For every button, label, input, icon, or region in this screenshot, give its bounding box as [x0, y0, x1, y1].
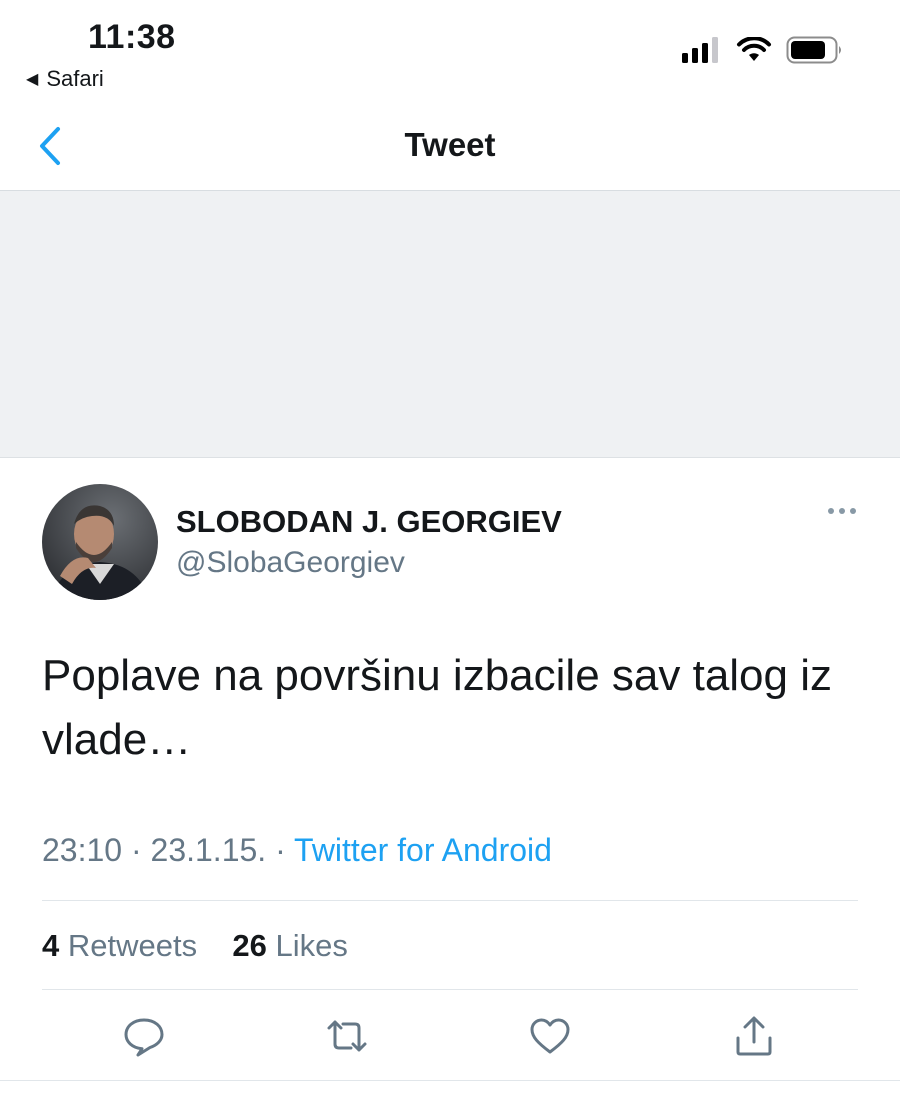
tweet-meta: 23:10 · 23.1.15. · Twitter for Android — [42, 832, 552, 869]
avatar-image — [42, 484, 158, 600]
tweet-source-link[interactable]: Twitter for Android — [294, 832, 552, 868]
page-title: Tweet — [404, 126, 496, 163]
more-dot — [828, 508, 834, 514]
author-name[interactable]: SLOBODAN J. GEORGIEV — [176, 504, 562, 540]
retweets-label: Retweets — [67, 928, 198, 963]
bottom-divider — [0, 1080, 900, 1081]
empty-content-area — [0, 191, 900, 458]
reply-icon[interactable] — [122, 1014, 166, 1058]
meta-separator: · — [275, 832, 286, 868]
signal-icon — [682, 37, 718, 63]
retweet-icon[interactable] — [325, 1014, 369, 1058]
more-dot — [839, 508, 845, 514]
status-icons — [682, 36, 844, 64]
status-time: 11:38 — [88, 18, 176, 56]
battery-icon — [786, 36, 841, 64]
retweets-stat[interactable]: 4 Retweets — [42, 928, 206, 963]
tweet: SLOBODAN J. GEORGIEV @SlobaGeorgiev Popl… — [0, 458, 900, 1096]
tweet-time: 23:10 — [42, 832, 123, 868]
nav-bar: Tweet — [0, 100, 900, 191]
back-to-app-link[interactable]: ◀ Safari — [26, 66, 104, 92]
author-handle[interactable]: @SlobaGeorgiev — [176, 546, 405, 580]
tweet-date: 23.1.15. — [150, 832, 267, 868]
share-icon[interactable] — [732, 1014, 776, 1058]
more-dot — [850, 508, 856, 514]
back-app-label: Safari — [46, 66, 104, 91]
divider — [42, 900, 858, 901]
retweets-count: 4 — [42, 928, 60, 963]
avatar[interactable] — [42, 484, 158, 600]
tweet-text: Poplave na površinu izbacile sav talog i… — [42, 651, 833, 764]
likes-stat[interactable]: 26 Likes — [232, 928, 347, 963]
likes-label: Likes — [275, 928, 348, 963]
back-triangle-icon: ◀ — [26, 71, 39, 88]
tweet-actions — [0, 1014, 900, 1080]
meta-separator: · — [130, 832, 142, 868]
more-options-icon[interactable] — [828, 508, 856, 514]
wifi-icon — [737, 37, 771, 61]
divider — [42, 989, 858, 990]
tweet-stats: 4 Retweets 26 Likes — [42, 928, 348, 964]
screen: 11:38 ◀ Safari Tweet SLOBODAN J. GEORGIE… — [0, 0, 900, 1096]
like-icon[interactable] — [528, 1014, 572, 1058]
likes-count: 26 — [232, 928, 267, 963]
